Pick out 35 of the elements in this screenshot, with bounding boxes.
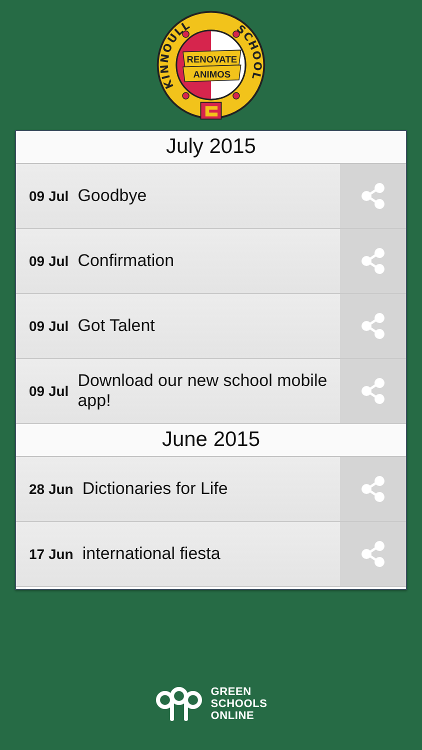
item-title: Confirmation bbox=[78, 251, 176, 271]
item-title: Dictionaries for Life bbox=[82, 479, 229, 499]
share-icon bbox=[361, 476, 385, 502]
news-item[interactable]: 09 Jul Got Talent bbox=[16, 294, 406, 359]
share-button[interactable] bbox=[340, 359, 406, 423]
share-button[interactable] bbox=[340, 522, 406, 586]
item-title: international fiesta bbox=[82, 544, 222, 564]
news-item[interactable]: 17 Jun international fiesta bbox=[16, 522, 406, 587]
item-title: Goodbye bbox=[78, 186, 148, 206]
motto-text: ANIMOS bbox=[193, 70, 231, 80]
share-icon bbox=[361, 313, 385, 339]
news-item[interactable]: 09 Jul Confirmation bbox=[16, 229, 406, 294]
news-item[interactable]: 09 Jul Download our new school mobile app! bbox=[16, 359, 406, 424]
share-icon bbox=[361, 541, 385, 567]
news-item[interactable]: 28 Jun Dictionaries for Life bbox=[16, 457, 406, 522]
section-header: July 2015 bbox=[16, 131, 406, 164]
trees-icon bbox=[154, 687, 203, 721]
share-icon bbox=[361, 183, 385, 209]
share-icon bbox=[361, 378, 385, 404]
share-button[interactable] bbox=[340, 164, 406, 228]
item-date: 09 Jul bbox=[29, 253, 69, 269]
item-date: 17 Jun bbox=[29, 546, 74, 562]
item-date: 28 Jun bbox=[29, 481, 74, 497]
item-date: 09 Jul bbox=[29, 188, 69, 204]
share-button[interactable] bbox=[340, 457, 406, 521]
item-date: 09 Jul bbox=[29, 383, 69, 399]
item-title: Got Talent bbox=[78, 316, 156, 336]
brand-name: GREEN SCHOOLS ONLINE bbox=[210, 686, 268, 722]
item-date: 09 Jul bbox=[29, 318, 69, 334]
section-header: June 2015 bbox=[16, 424, 406, 457]
share-icon bbox=[361, 248, 385, 274]
item-title: Download our new school mobile app! bbox=[78, 371, 328, 411]
share-button[interactable] bbox=[340, 294, 406, 358]
news-item[interactable]: 09 Jul Goodbye bbox=[16, 164, 406, 229]
share-button[interactable] bbox=[340, 229, 406, 293]
